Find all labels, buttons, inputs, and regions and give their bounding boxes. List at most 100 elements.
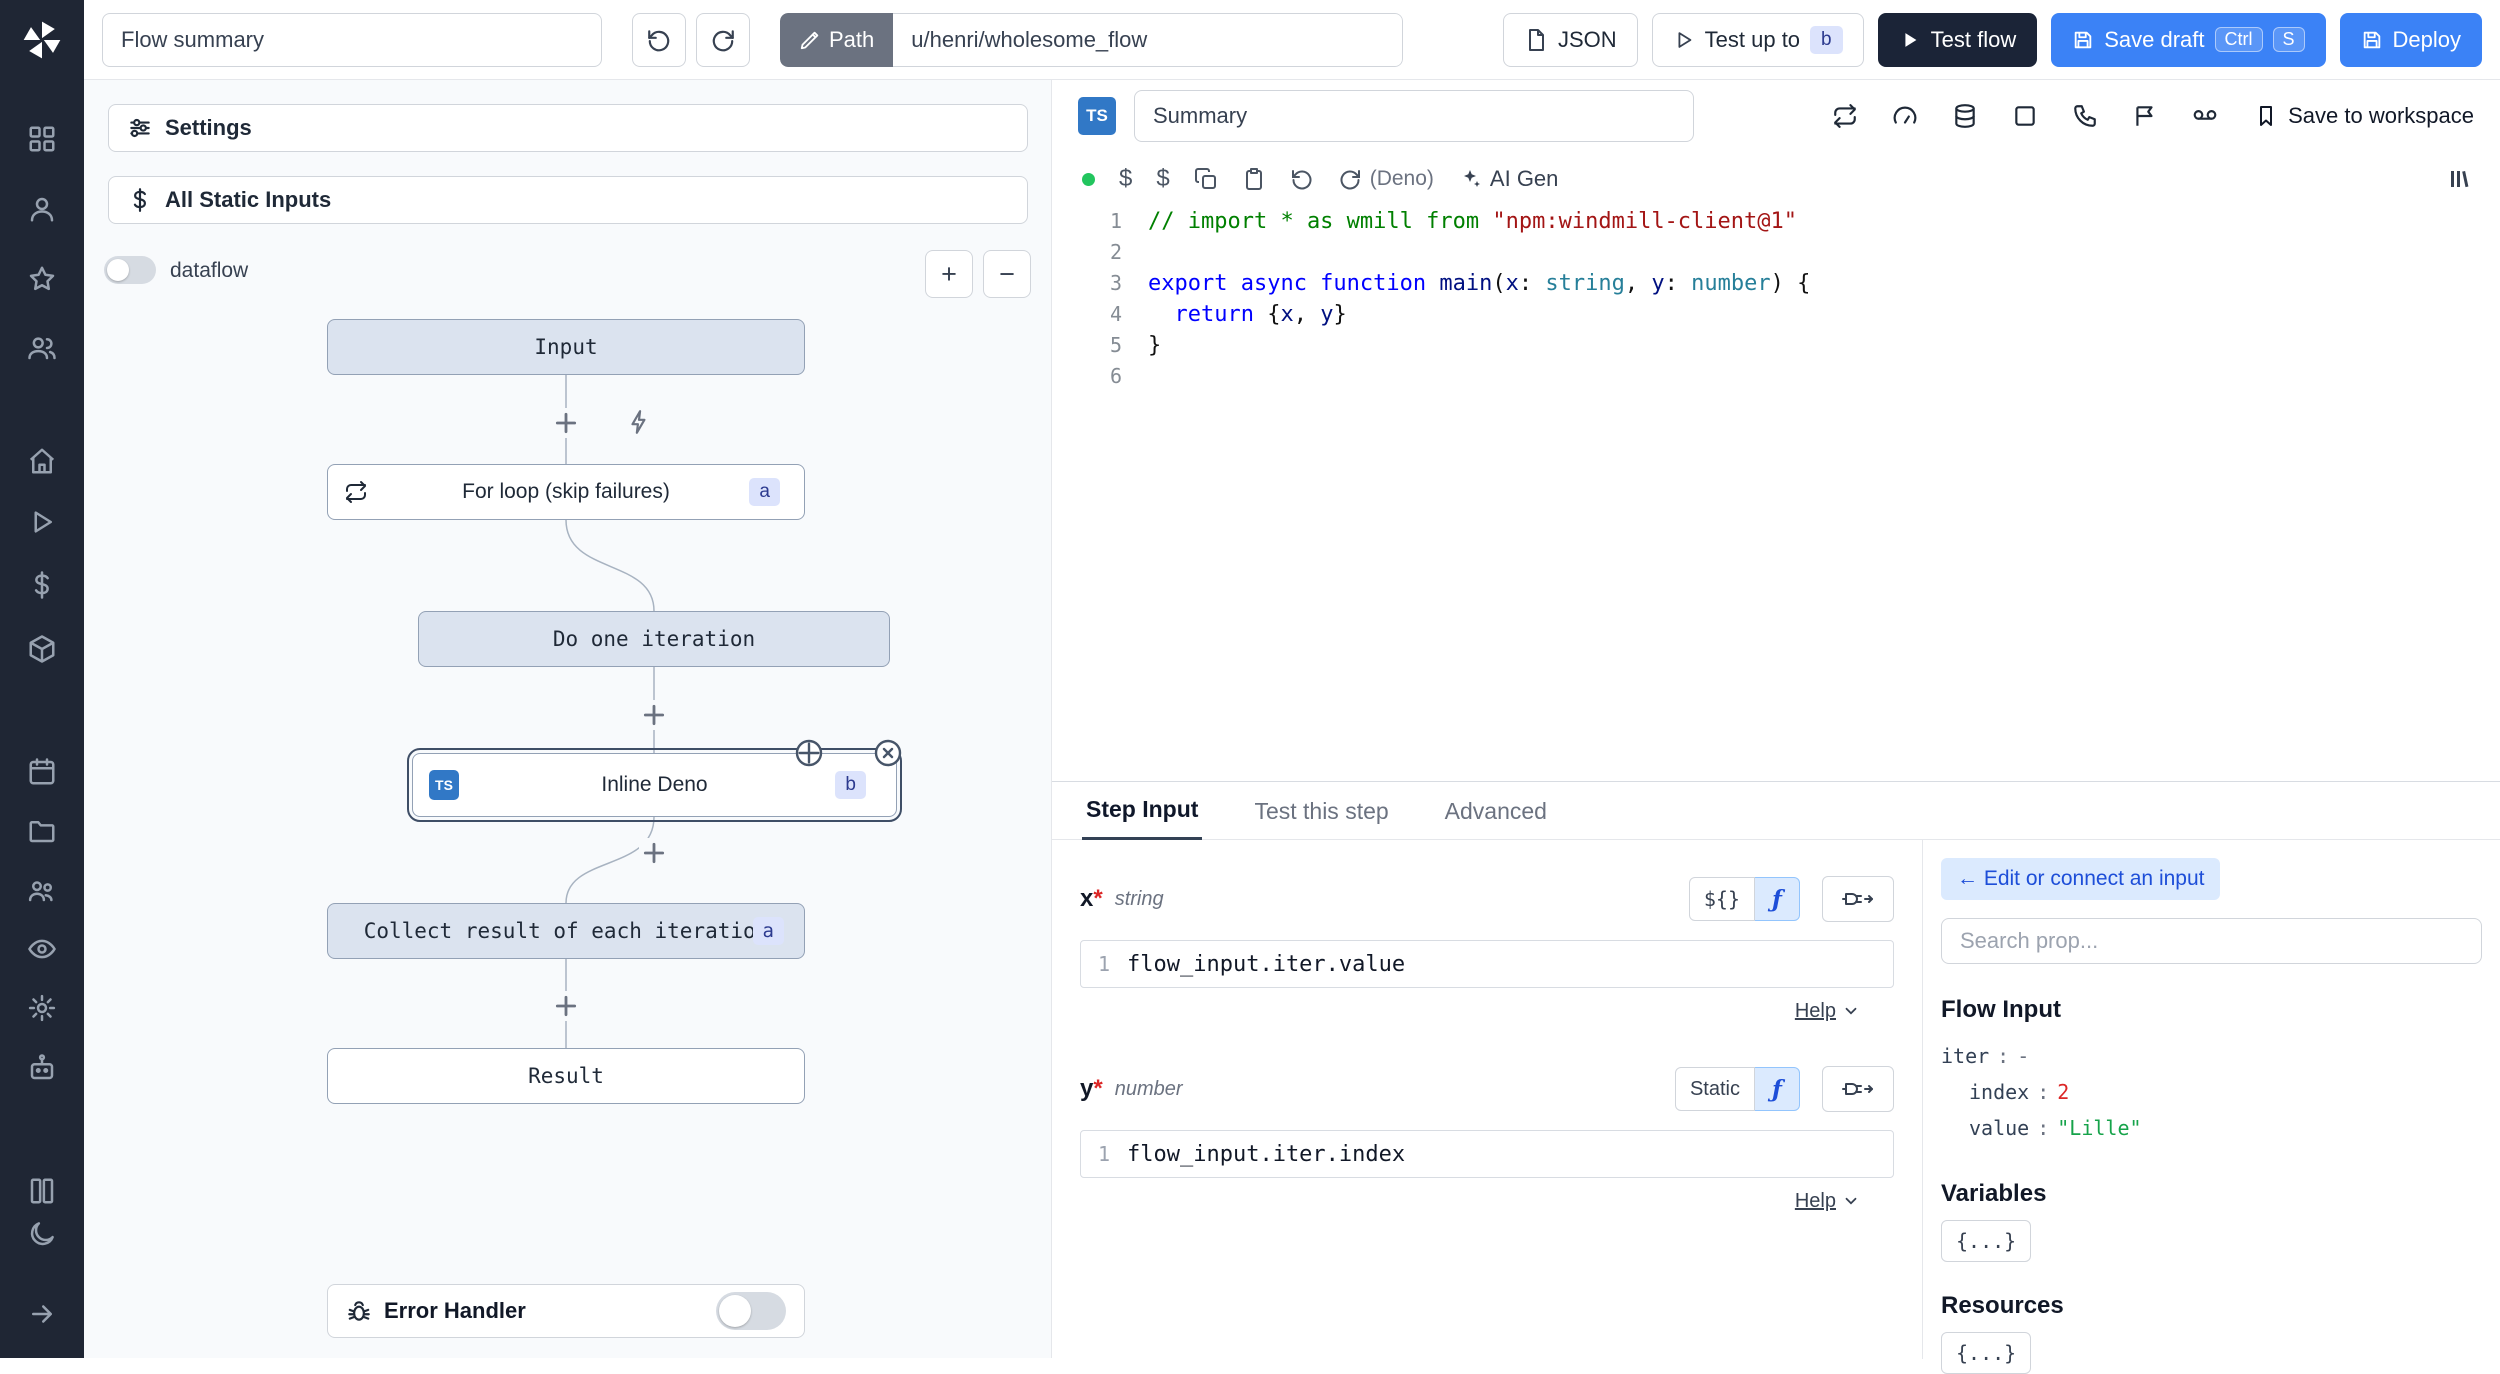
search-prop-input[interactable] — [1941, 918, 2482, 964]
code-editor[interactable]: 1// import * as wmill from "npm:windmill… — [1052, 206, 2500, 781]
variables-dollar-icon[interactable] — [22, 565, 62, 605]
settings-gear-icon[interactable] — [22, 988, 62, 1028]
static-mode-button[interactable]: Static — [1674, 1067, 1755, 1111]
javascript-fx-button[interactable]: ƒ — [1755, 877, 1800, 921]
tree-row-iter[interactable]: iter: - — [1941, 1038, 2482, 1074]
dollar-icon[interactable]: $ — [1156, 165, 1169, 193]
zoom-in-button[interactable]: + — [925, 250, 973, 298]
kbd-s: S — [2272, 27, 2305, 52]
dollar-icon — [133, 188, 146, 212]
resources-expand-button[interactable]: {...} — [1941, 1332, 2032, 1374]
reload-deno-button[interactable]: (Deno) — [1338, 167, 1434, 191]
insert-step-plus-icon[interactable] — [639, 838, 669, 868]
variables-expand-button[interactable]: {...} — [1941, 1220, 2032, 1262]
tab-step-input[interactable]: Step Input — [1082, 796, 1203, 840]
flow-node-collect[interactable]: Collect result of each iteration a — [327, 903, 805, 959]
connect-input-plug-button[interactable] — [1822, 876, 1894, 922]
flow-settings-button[interactable]: Settings — [108, 104, 1028, 152]
library-icon[interactable] — [2446, 167, 2470, 191]
editor-toolbar: $ $ (Deno) AI Gen — [1052, 152, 2500, 206]
expr-mode-button[interactable]: ${} — [1688, 877, 1755, 921]
insert-step-plus-icon[interactable] — [551, 408, 581, 438]
user-icon[interactable] — [22, 189, 62, 229]
help-link[interactable]: Help — [1795, 1190, 1836, 1213]
x-expression-input[interactable]: 1 flow_input.iter.value — [1080, 940, 1894, 988]
flow-node-forloop[interactable]: For loop (skip failures) a — [327, 464, 805, 520]
grid-icon[interactable] — [22, 119, 62, 159]
resources-box-icon[interactable] — [22, 629, 62, 669]
error-handler-toggle[interactable] — [716, 1292, 786, 1330]
audit-eye-icon[interactable] — [22, 929, 62, 969]
node-badge: a — [752, 917, 784, 945]
javascript-fx-button[interactable]: ƒ — [1755, 1067, 1800, 1111]
flag-icon[interactable] — [2124, 95, 2166, 137]
save-to-workspace-button[interactable]: Save to workspace — [2254, 103, 2474, 129]
users-icon[interactable] — [22, 328, 62, 368]
tab-advanced[interactable]: Advanced — [1441, 798, 1551, 839]
home-icon[interactable] — [22, 441, 62, 481]
square-icon[interactable] — [2004, 95, 2046, 137]
schedules-calendar-icon[interactable] — [22, 752, 62, 792]
line-number: 1 — [1097, 952, 1111, 976]
tab-test-this-step[interactable]: Test this step — [1250, 798, 1392, 839]
field-x-header: x * string ${} ƒ — [1080, 876, 1894, 922]
docs-columns-icon[interactable] — [22, 1171, 62, 1211]
plug-arrow-icon — [1842, 893, 1873, 905]
deploy-button[interactable]: Deploy — [2339, 12, 2482, 67]
groups-icon[interactable] — [22, 870, 62, 910]
path-input[interactable] — [893, 12, 1404, 67]
edit-or-connect-pill[interactable]: ← Edit or connect an input — [1941, 858, 2221, 900]
dollar-icon[interactable]: $ — [1119, 165, 1132, 193]
flow-node-result[interactable]: Result — [327, 1048, 805, 1104]
star-icon[interactable] — [22, 259, 62, 299]
gauge-icon[interactable] — [1884, 95, 1926, 137]
clipboard-icon[interactable] — [1242, 167, 1266, 191]
move-node-crosshair-icon[interactable] — [793, 737, 825, 769]
flow-node-iteration[interactable]: Do one iteration — [418, 611, 890, 667]
editor-column: TS Save to workspace $ $ (Deno) AI Gen — [1052, 80, 2500, 1374]
flow-node-input[interactable]: Input — [327, 319, 805, 375]
windmill-logo[interactable] — [18, 16, 66, 64]
dark-mode-moon-icon[interactable] — [22, 1214, 62, 1254]
insert-step-plus-icon[interactable] — [639, 700, 669, 730]
phone-icon[interactable] — [2064, 95, 2106, 137]
workers-robot-icon[interactable] — [22, 1048, 62, 1088]
test-flow-button[interactable]: Test flow — [1877, 12, 2038, 67]
repeat-icon[interactable] — [1824, 95, 1866, 137]
reset-undo-icon[interactable] — [1290, 167, 1314, 191]
connect-input-plug-button[interactable] — [1822, 1066, 1894, 1112]
zoom-out-button[interactable]: − — [983, 250, 1031, 298]
flow-settings-label: Settings — [165, 115, 252, 140]
summary-input[interactable] — [1134, 90, 1694, 142]
error-handler-label: Error Handler — [384, 1298, 526, 1323]
save-to-workspace-label: Save to workspace — [2288, 103, 2474, 128]
y-expression-input[interactable]: 1 flow_input.iter.index — [1080, 1130, 1894, 1178]
all-static-inputs-button[interactable]: All Static Inputs — [108, 176, 1028, 224]
chevron-down-icon[interactable] — [1842, 1192, 1860, 1210]
folders-icon[interactable] — [22, 811, 62, 851]
help-link[interactable]: Help — [1795, 1000, 1836, 1023]
tree-row-index[interactable]: index:2 — [1941, 1074, 2482, 1110]
y-expression-value: flow_input.iter.index — [1127, 1141, 1406, 1167]
dataflow-toggle[interactable] — [104, 256, 156, 284]
y-help-row: Help — [1080, 1186, 1894, 1216]
copy-icon[interactable] — [1194, 167, 1218, 191]
json-button[interactable]: JSON — [1502, 12, 1638, 67]
save-draft-button[interactable]: Save draft Ctrl S — [2051, 12, 2326, 67]
tree-row-value[interactable]: value: "Lille" — [1941, 1110, 2482, 1146]
voicemail-icon[interactable] — [2184, 95, 2226, 137]
delete-node-x-icon[interactable] — [872, 737, 904, 769]
deploy-label: Deploy — [2392, 26, 2461, 52]
undo-button[interactable] — [632, 12, 686, 67]
ai-gen-button[interactable]: AI Gen — [1458, 166, 1558, 192]
redo-button[interactable] — [696, 12, 750, 67]
test-up-to-button[interactable]: Test up to b — [1651, 12, 1864, 67]
test-flow-label: Test flow — [1930, 26, 2017, 52]
insert-step-plus-icon[interactable] — [551, 991, 581, 1021]
flow-summary-input[interactable] — [102, 12, 602, 67]
expand-sidebar-arrow-icon[interactable] — [22, 1294, 62, 1334]
runs-play-icon[interactable] — [22, 502, 62, 542]
database-icon[interactable] — [1944, 95, 1986, 137]
trigger-bolt-icon[interactable] — [624, 407, 654, 437]
chevron-down-icon[interactable] — [1842, 1002, 1860, 1020]
